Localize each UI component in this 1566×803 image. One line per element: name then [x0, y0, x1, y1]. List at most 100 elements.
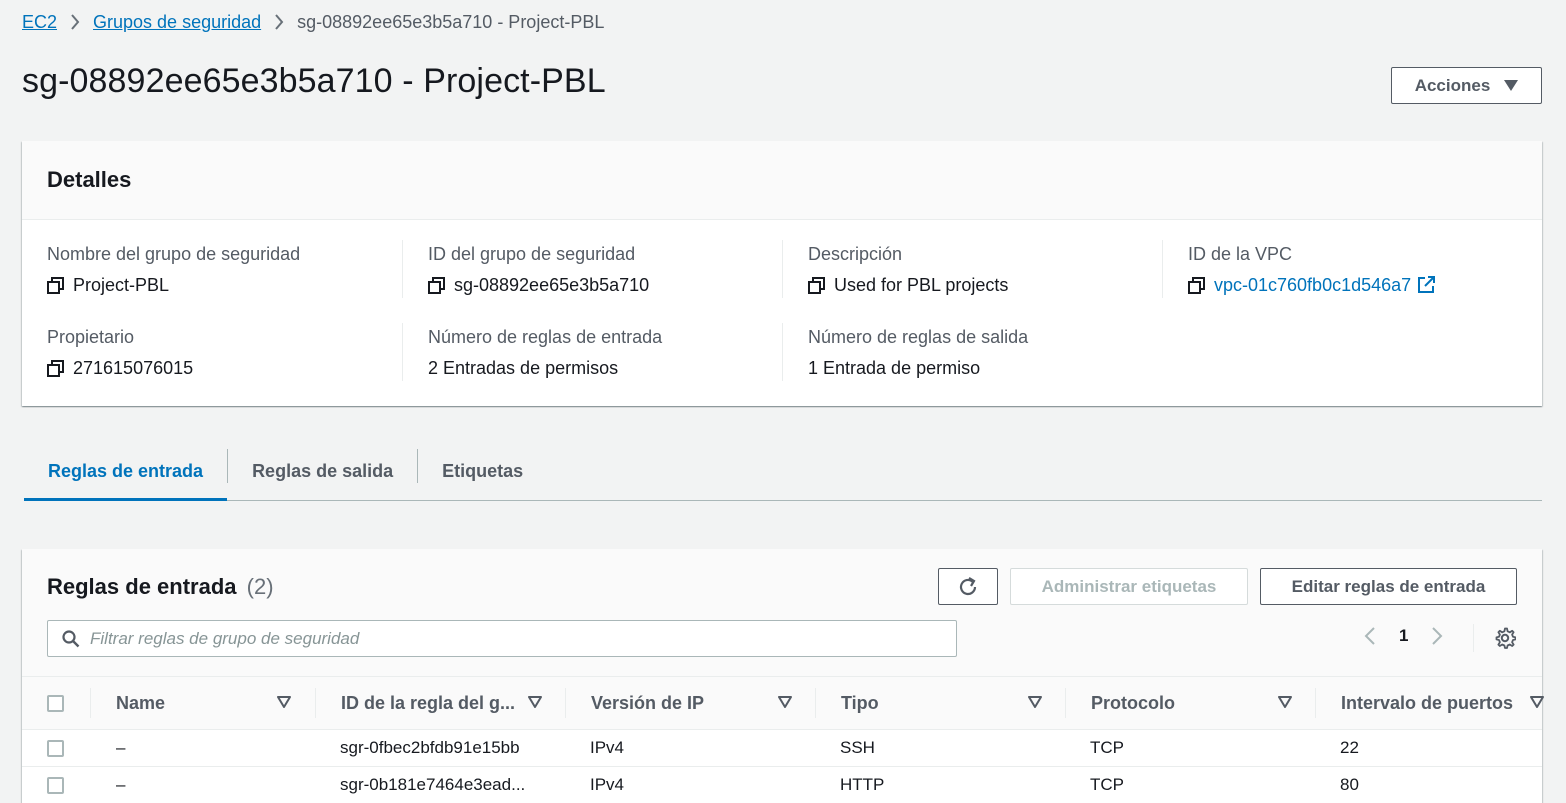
details-title: Detalles: [47, 167, 132, 192]
page-title: sg-08892ee65e3b5a710 - Project-PBL: [22, 62, 606, 100]
kv-group-name: Nombre del grupo de seguridad Project-PB…: [22, 242, 403, 300]
kv-description: Descripción Used for PBL projects: [782, 240, 1163, 298]
cell-protocol: TCP: [1090, 738, 1124, 757]
pagination: 1: [1364, 626, 1443, 646]
actions-label: Acciones: [1414, 75, 1491, 95]
kv-group-id: ID del grupo de seguridad sg-08892ee65e3…: [402, 240, 783, 298]
breadcrumb: EC2 Grupos de seguridad sg-08892ee65e3b5…: [22, 10, 604, 34]
cell-name: –: [116, 775, 126, 794]
column-header-type[interactable]: Tipo: [816, 677, 1066, 729]
vpc-id-link[interactable]: vpc-01c760fb0c1d546a7: [1214, 273, 1411, 297]
select-all-checkbox-cell: [47, 677, 64, 729]
sort-caret-icon[interactable]: [1530, 696, 1544, 708]
cell-ip-version: IPv4: [590, 738, 625, 757]
refresh-icon: [957, 576, 979, 598]
filter-rules-input[interactable]: [90, 628, 956, 649]
pager-divider: [1473, 624, 1474, 652]
column-header-ip-version-label: Versión de IP: [591, 692, 705, 713]
external-link-icon[interactable]: [1417, 276, 1436, 294]
tab-tags[interactable]: Etiquetas: [418, 442, 547, 500]
inbound-rules-title: Reglas de entrada (2): [47, 574, 274, 600]
chevron-right-icon: [274, 14, 284, 30]
kv-vpc-id: ID de la VPC vpc-01c760fb0c1d546a7: [1162, 240, 1543, 298]
tab-inbound-rules[interactable]: Reglas de entrada: [24, 442, 228, 501]
tab-outbound-rules[interactable]: Reglas de salida: [228, 442, 417, 500]
inbound-rules-table: Name ID de la regla del g... Versión de …: [22, 676, 1544, 803]
details-header: Detalles: [22, 141, 1542, 220]
outbound-count-value: 1 Entrada de permiso: [808, 358, 981, 378]
row-checkbox[interactable]: [47, 776, 64, 794]
column-header-protocol-label: Protocolo: [1091, 692, 1175, 713]
gear-icon[interactable]: [1494, 627, 1516, 649]
copy-icon[interactable]: [47, 359, 64, 377]
owner-label: Propietario: [47, 327, 135, 347]
copy-icon[interactable]: [47, 276, 64, 294]
column-header-rule-id[interactable]: ID de la regla del g...: [316, 677, 566, 729]
group-id-label: ID del grupo de seguridad: [428, 244, 636, 264]
outbound-count-label: Número de reglas de salida: [808, 327, 1029, 347]
column-header-protocol[interactable]: Protocolo: [1066, 677, 1316, 729]
vpc-id-label: ID de la VPC: [1188, 244, 1293, 264]
group-name-label: Nombre del grupo de seguridad: [47, 244, 301, 264]
description-label: Descripción: [808, 244, 903, 264]
column-header-port-range-label: Intervalo de puertos: [1341, 692, 1514, 713]
column-header-type-label: Tipo: [841, 692, 879, 713]
select-all-checkbox[interactable]: [47, 694, 64, 712]
inbound-rules-header: Reglas de entrada (2) Administrar etique…: [22, 549, 1542, 676]
column-header-ip-version[interactable]: Versión de IP: [566, 677, 816, 729]
breadcrumb-ec2-link[interactable]: EC2: [22, 12, 57, 33]
edit-inbound-rules-button[interactable]: Editar reglas de entrada: [1260, 568, 1517, 605]
actions-dropdown-button[interactable]: Acciones: [1391, 67, 1542, 104]
breadcrumb-current: sg-08892ee65e3b5a710 - Project-PBL: [297, 11, 605, 32]
sort-caret-icon[interactable]: [277, 696, 291, 708]
kv-inbound-count: Número de reglas de entrada 2 Entradas d…: [402, 323, 783, 381]
inbound-rules-title-text: Reglas de entrada: [47, 574, 237, 599]
inbound-rules-panel: Reglas de entrada (2) Administrar etique…: [22, 549, 1544, 803]
manage-tags-button[interactable]: Administrar etiquetas: [1010, 568, 1248, 605]
cell-protocol: TCP: [1090, 775, 1124, 794]
previous-page-icon[interactable]: [1364, 626, 1376, 646]
cell-port-range: 22: [1340, 738, 1359, 757]
copy-icon[interactable]: [808, 276, 825, 294]
cell-rule-id: sgr-0fbec2bfdb91e15bb: [340, 738, 520, 757]
next-page-icon[interactable]: [1431, 626, 1443, 646]
column-header-name[interactable]: Name: [91, 677, 315, 729]
group-name-value: Project-PBL: [73, 275, 170, 295]
description-value: Used for PBL projects: [834, 275, 1009, 295]
kv-owner: Propietario 271615076015: [22, 325, 403, 383]
caret-down-icon: [1504, 80, 1519, 91]
table-row[interactable]: – sgr-0fbec2bfdb91e15bb IPv4 SSH TCP 22: [22, 730, 1542, 767]
details-panel: Detalles Nombre del grupo de seguridad P…: [22, 141, 1542, 406]
chevron-right-icon: [70, 14, 80, 30]
row-checkbox[interactable]: [47, 739, 64, 757]
copy-icon[interactable]: [428, 276, 445, 294]
page-number[interactable]: 1: [1399, 626, 1408, 646]
table-row[interactable]: – sgr-0b181e7464e3ead... IPv4 HTTP TCP 8…: [22, 767, 1542, 803]
owner-value: 271615076015: [73, 358, 194, 378]
inbound-count-value: 2 Entradas de permisos: [428, 358, 619, 378]
inbound-count-label: Número de reglas de entrada: [428, 327, 663, 347]
filter-search-box: [47, 620, 957, 657]
column-header-rule-id-label: ID de la regla del g...: [341, 692, 516, 713]
inbound-rules-count: (2): [246, 574, 274, 599]
sort-caret-icon[interactable]: [1278, 696, 1292, 708]
column-header-name-label: Name: [116, 692, 166, 713]
copy-icon[interactable]: [1188, 276, 1205, 294]
breadcrumb-security-groups-link[interactable]: Grupos de seguridad: [93, 12, 261, 33]
cell-type: SSH: [840, 738, 875, 757]
cell-type: HTTP: [840, 775, 885, 794]
group-id-value: sg-08892ee65e3b5a710: [454, 275, 650, 295]
sort-caret-icon[interactable]: [1028, 696, 1042, 708]
sort-caret-icon[interactable]: [528, 696, 542, 708]
cell-port-range: 80: [1340, 775, 1359, 794]
column-header-port-range[interactable]: Intervalo de puertos: [1316, 677, 1544, 729]
cell-name: –: [116, 738, 126, 757]
tab-bar: Reglas de entrada Reglas de salida Etiqu…: [24, 442, 1542, 501]
table-header: Name ID de la regla del g... Versión de …: [22, 676, 1544, 730]
kv-outbound-count: Número de reglas de salida 1 Entrada de …: [782, 323, 1163, 381]
cell-rule-id: sgr-0b181e7464e3ead...: [340, 775, 526, 794]
cell-ip-version: IPv4: [590, 775, 625, 794]
search-icon: [62, 629, 80, 648]
sort-caret-icon[interactable]: [778, 696, 792, 708]
refresh-button[interactable]: [938, 568, 998, 605]
